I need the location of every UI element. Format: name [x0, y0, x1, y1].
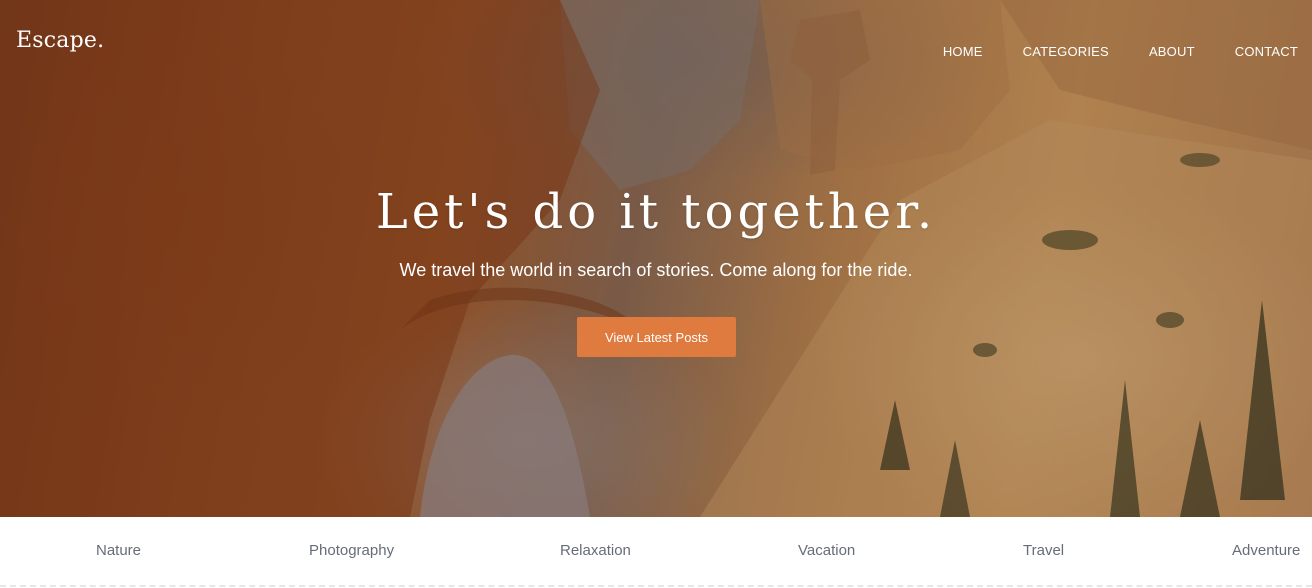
hero-overlay: [0, 0, 1312, 517]
category-link-travel[interactable]: Travel: [1023, 542, 1064, 559]
nav-item-home[interactable]: HOME: [943, 44, 983, 59]
hero-tagline: We travel the world in search of stories…: [399, 260, 913, 280]
category-link-adventure[interactable]: Adventure: [1232, 542, 1300, 559]
category-link-relaxation[interactable]: Relaxation: [560, 542, 631, 559]
nav-item-contact[interactable]: CONTACT: [1235, 44, 1298, 59]
category-link-vacation[interactable]: Vacation: [798, 542, 855, 559]
dashed-divider: [0, 585, 1312, 587]
main-nav: HOME CATEGORIES ABOUT CONTACT: [903, 44, 1298, 59]
hero-headline: Let's do it together.: [375, 184, 937, 240]
nav-item-categories[interactable]: CATEGORIES: [1023, 44, 1109, 59]
category-link-photography[interactable]: Photography: [309, 542, 394, 559]
category-link-nature[interactable]: Nature: [96, 542, 141, 559]
hero-banner: Escape. HOME CATEGORIES ABOUT CONTACT Le…: [0, 0, 1312, 517]
site-logo[interactable]: Escape.: [16, 28, 104, 53]
view-latest-posts-button[interactable]: View Latest Posts: [577, 317, 736, 357]
category-bar: Nature Photography Relaxation Vacation T…: [0, 517, 1312, 588]
nav-item-about[interactable]: ABOUT: [1149, 44, 1195, 59]
